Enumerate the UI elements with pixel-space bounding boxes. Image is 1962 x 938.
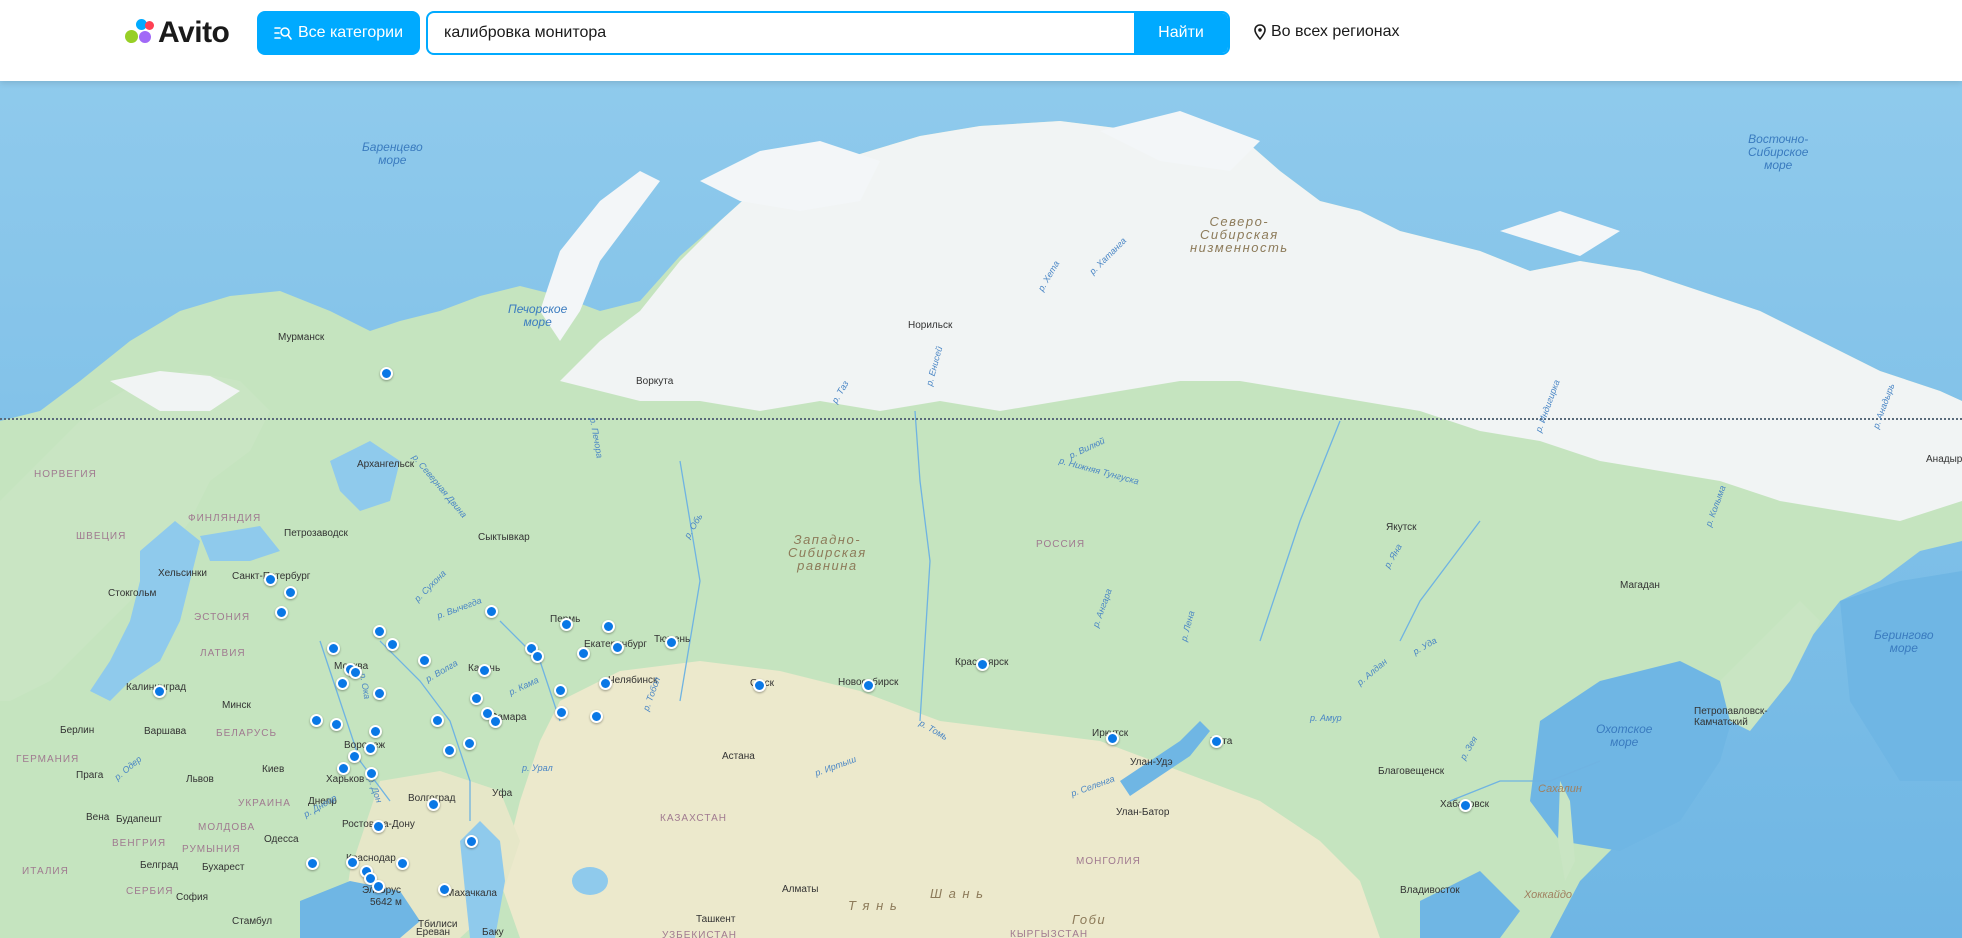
listing-marker[interactable] (488, 714, 502, 728)
listing-marker[interactable] (379, 366, 393, 380)
listing-marker[interactable] (442, 743, 456, 757)
listing-marker[interactable] (1209, 734, 1223, 748)
listing-marker[interactable] (395, 856, 409, 870)
avito-logo[interactable]: Avito (123, 16, 230, 50)
logo-dots-icon (123, 18, 155, 48)
listing-marker[interactable] (385, 637, 399, 651)
logo-text: Avito (158, 16, 230, 49)
all-categories-button[interactable]: Все категории (257, 11, 420, 55)
search-button[interactable]: Найти (1134, 13, 1228, 53)
listing-marker[interactable] (283, 585, 297, 599)
listing-marker[interactable] (417, 653, 431, 667)
listing-marker[interactable] (335, 676, 349, 690)
listing-marker[interactable] (554, 705, 568, 719)
listing-marker[interactable] (469, 691, 483, 705)
listing-marker[interactable] (975, 657, 989, 671)
listing-marker[interactable] (364, 766, 378, 780)
map[interactable]: Баренцево море Печорское море Восточно- Сиб… (0, 81, 1962, 938)
listing-marker[interactable] (477, 663, 491, 677)
avito-app: Avito Все категории Найти Во всех регион… (0, 0, 1962, 938)
listing-marker[interactable] (601, 619, 615, 633)
listing-marker[interactable] (589, 709, 603, 723)
listing-marker[interactable] (437, 882, 451, 896)
listing-marker[interactable] (326, 641, 340, 655)
listing-marker[interactable] (559, 617, 573, 631)
listing-marker[interactable] (464, 834, 478, 848)
listing-marker[interactable] (430, 713, 444, 727)
listing-marker[interactable] (426, 797, 440, 811)
listing-marker[interactable] (368, 724, 382, 738)
listing-marker[interactable] (348, 665, 362, 679)
listing-marker[interactable] (462, 736, 476, 750)
listing-marker[interactable] (530, 649, 544, 663)
listing-marker[interactable] (372, 624, 386, 638)
listing-marker[interactable] (305, 856, 319, 870)
arctic-circle-line (0, 418, 1962, 420)
listing-marker[interactable] (263, 572, 277, 586)
search-box: Найти (426, 11, 1230, 55)
listing-marker[interactable] (336, 761, 350, 775)
listing-marker[interactable] (861, 678, 875, 692)
listing-marker[interactable] (598, 676, 612, 690)
listing-marker[interactable] (309, 713, 323, 727)
listing-marker[interactable] (329, 717, 343, 731)
listing-marker[interactable] (152, 684, 166, 698)
listing-marker[interactable] (274, 605, 288, 619)
listing-marker[interactable] (576, 646, 590, 660)
listing-marker[interactable] (371, 819, 385, 833)
listing-marker[interactable] (363, 741, 377, 755)
location-pin-icon (1254, 24, 1266, 40)
map-terrain (0, 81, 1962, 938)
listing-marker[interactable] (372, 686, 386, 700)
search-list-icon (274, 25, 292, 41)
region-label: Во всех регионах (1271, 23, 1400, 40)
listing-marker[interactable] (484, 604, 498, 618)
region-selector[interactable]: Во всех регионах (1254, 21, 1400, 43)
search-input[interactable] (428, 13, 1136, 53)
listing-marker[interactable] (553, 683, 567, 697)
listing-marker[interactable] (664, 635, 678, 649)
listing-marker[interactable] (610, 640, 624, 654)
listing-marker[interactable] (347, 749, 361, 763)
listing-marker[interactable] (1105, 731, 1119, 745)
listing-marker[interactable] (1458, 798, 1472, 812)
listing-marker[interactable] (752, 678, 766, 692)
listing-marker[interactable] (371, 879, 385, 893)
header: Avito Все категории Найти Во всех регион… (0, 0, 1962, 81)
all-categories-label: Все категории (297, 24, 404, 41)
listing-marker[interactable] (345, 855, 359, 869)
